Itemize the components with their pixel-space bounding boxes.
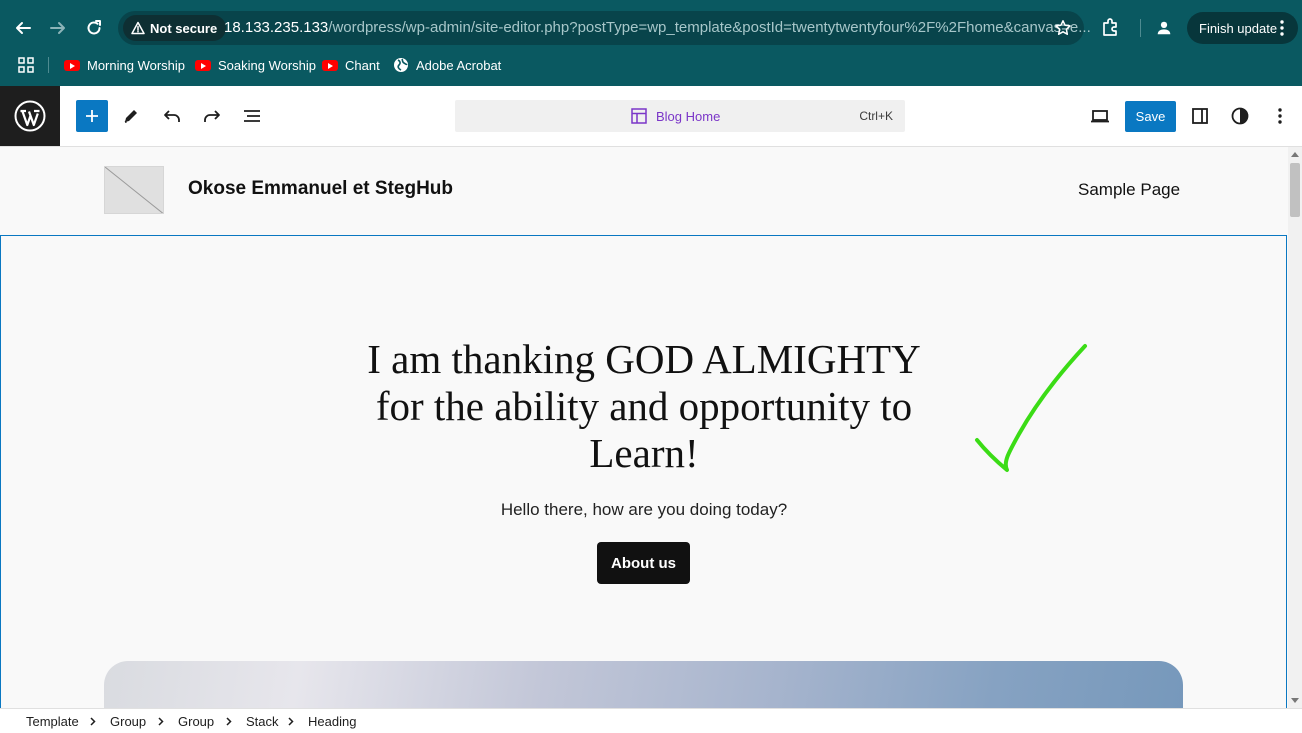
nav-item-sample-page[interactable]: Sample Page [1078,180,1180,200]
command-palette-bar[interactable]: Blog Home Ctrl+K [455,100,905,132]
hero-heading[interactable]: I am thanking GOD ALMIGHTY for the abili… [344,336,944,477]
keyboard-shortcut: Ctrl+K [859,109,893,123]
url-text[interactable]: 18.133.235.133/wordpress/wp-admin/site-e… [224,19,1091,36]
breadcrumb-stack[interactable]: Stack [246,714,279,729]
profile-button[interactable] [1150,14,1178,42]
chevron-right-icon [158,717,164,726]
hero-subtitle[interactable]: Hello there, how are you doing today? [344,500,944,520]
reload-icon [87,20,101,35]
document-overview-button[interactable] [240,104,264,128]
url-host: 18.133.235.133 [224,19,329,36]
reload-button[interactable] [79,13,109,43]
checkmark-annotation-icon [975,344,1087,472]
undo-button[interactable] [160,104,184,128]
options-button[interactable] [1268,104,1292,128]
wordpress-icon [14,100,46,132]
redo-icon [204,110,220,122]
site-title[interactable]: Okose Emmanuel et StegHub [188,178,453,200]
add-block-button[interactable] [76,100,108,132]
finish-update-label: Finish update [1199,20,1278,36]
youtube-icon [322,59,338,71]
layout-icon [631,108,647,124]
toolbar-divider [1140,19,1141,37]
bookmark-label: Adobe Acrobat [416,57,502,73]
scroll-up-icon[interactable] [1291,152,1299,157]
bookmarks-bar: Morning Worship Soaking Worship Chant Ad… [0,54,1302,76]
security-chip[interactable]: Not secure [123,15,227,41]
browser-toolbar: Not secure 18.133.235.133/wordpress/wp-a… [0,10,1302,46]
bookmark-chant[interactable]: Chant [322,54,380,76]
youtube-icon [195,59,211,71]
bookmark-morning-worship[interactable]: Morning Worship [64,54,185,76]
breadcrumb-heading[interactable]: Heading [308,714,356,729]
bookmark-adobe-acrobat[interactable]: Adobe Acrobat [393,54,501,76]
arrow-left-icon [16,22,31,34]
bookmark-label: Soaking Worship [218,57,317,73]
bookmark-star-icon[interactable] [1054,19,1072,37]
desktop-icon [1091,110,1109,123]
save-button[interactable]: Save [1125,101,1176,132]
url-path: /wordpress/wp-admin/site-editor.php?post… [328,19,1091,36]
scroll-thumb[interactable] [1290,163,1300,217]
chevron-right-icon [226,717,232,726]
more-vertical-icon [1280,20,1284,36]
youtube-icon [64,59,80,71]
contrast-icon [1231,107,1249,125]
chevron-right-icon [288,717,294,726]
breadcrumb-group[interactable]: Group [178,714,214,729]
bookmark-label: Morning Worship [87,57,186,73]
editor-canvas[interactable]: Okose Emmanuel et StegHub Sample Page I … [0,147,1288,708]
about-us-button[interactable]: About us [597,542,690,584]
undo-icon [164,110,180,122]
redo-button[interactable] [200,104,224,128]
bookmark-soaking-worship[interactable]: Soaking Worship [195,54,316,76]
editor-header: Blog Home Ctrl+K Save [0,86,1302,147]
more-vertical-icon [1278,108,1282,124]
breadcrumb-template[interactable]: Template [26,714,79,729]
apps-grid-icon[interactable] [18,57,34,73]
document-title[interactable]: Blog Home [630,107,720,125]
canvas-scrollbar[interactable] [1288,147,1302,708]
globe-icon [394,58,408,72]
bookmark-label: Chant [345,57,380,73]
finish-update-button[interactable]: Finish update [1187,12,1298,44]
plus-icon [86,110,98,122]
wordpress-logo-button[interactable] [0,86,60,146]
bookmarks-divider [48,57,49,73]
back-button[interactable] [8,13,38,43]
warning-icon [131,21,145,35]
placeholder-image-icon [105,167,163,213]
breadcrumb-group[interactable]: Group [110,714,146,729]
security-label: Not secure [150,20,218,36]
hero-image[interactable] [104,661,1183,708]
address-bar[interactable]: Not secure 18.133.235.133/wordpress/wp-a… [118,11,1091,45]
arrow-right-icon [50,22,65,34]
site-header[interactable]: Okose Emmanuel et StegHub Sample Page [0,147,1288,235]
selected-group-block[interactable]: I am thanking GOD ALMIGHTY for the abili… [0,235,1287,708]
site-logo-placeholder[interactable] [104,166,164,214]
preview-device-button[interactable] [1088,104,1112,128]
browser-chrome: Not secure 18.133.235.133/wordpress/wp-a… [0,0,1302,86]
pencil-icon [124,110,137,123]
chevron-right-icon [90,717,96,726]
sidebar-icon [1192,108,1208,124]
document-title-label: Blog Home [656,108,721,124]
tools-button[interactable] [119,104,143,128]
extensions-icon[interactable] [1100,16,1122,38]
block-breadcrumb: Template Group Group Stack Heading [0,708,1302,733]
forward-button[interactable] [43,13,73,43]
scroll-down-icon[interactable] [1291,698,1299,703]
list-view-icon [244,110,260,122]
settings-sidebar-button[interactable] [1188,104,1212,128]
styles-button[interactable] [1228,104,1252,128]
person-icon [1157,21,1171,35]
